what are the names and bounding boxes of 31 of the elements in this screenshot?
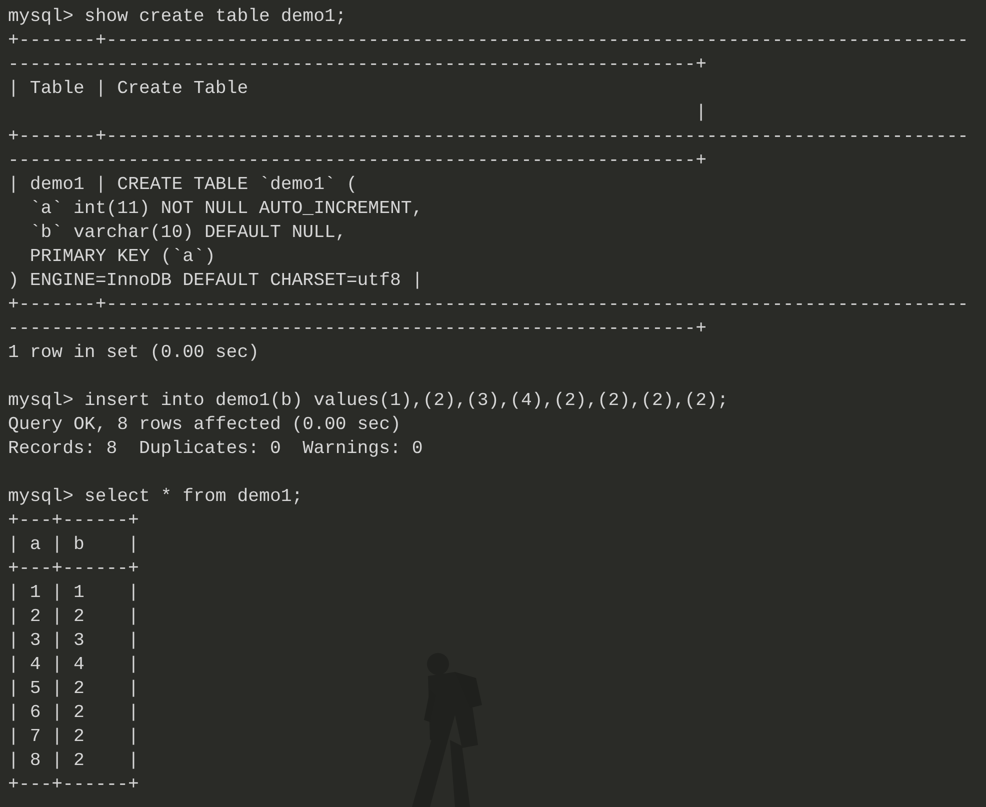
terminal-line: | demo1 | CREATE TABLE `demo1` ( — [8, 174, 358, 197]
terminal-line: | 2 | 2 | — [8, 606, 139, 629]
terminal-line: +-------+------------------------------------------------------------------------------- — [8, 30, 968, 53]
terminal-line: | 7 | 2 | — [8, 726, 139, 749]
terminal-line: +-------+------------------------------------------------------------------------------- — [8, 294, 968, 317]
terminal-line: | — [694, 102, 707, 125]
terminal-line: +---+------+ — [8, 510, 139, 533]
terminal-line: `b` varchar(10) DEFAULT NULL, — [28, 222, 346, 245]
terminal-line: | Table | Create Table — [8, 78, 248, 101]
terminal-line: mysql> show create table demo1; — [8, 6, 346, 29]
terminal-line: mysql> select * from demo1; — [8, 486, 303, 509]
terminal-line: | 1 | 1 | — [8, 582, 139, 605]
terminal-line: `a` int(11) NOT NULL AUTO_INCREMENT, — [28, 198, 423, 221]
terminal-line: ---------------------------------------------------------------+ — [8, 318, 707, 341]
terminal-line: ---------------------------------------------------------------+ — [8, 150, 707, 173]
terminal-line: Records: 8 Duplicates: 0 Warnings: 0 — [8, 438, 423, 461]
terminal-line: | 4 | 4 | — [8, 654, 139, 677]
terminal-line: | 8 | 2 | — [8, 750, 139, 773]
terminal-line: ---------------------------------------------------------------+ — [8, 54, 707, 77]
terminal-line: ) ENGINE=InnoDB DEFAULT CHARSET=utf8 | — [8, 270, 423, 293]
terminal-line: | 3 | 3 | — [8, 630, 139, 653]
terminal-line: +---+------+ — [8, 774, 139, 797]
terminal-line: +-------+------------------------------------------------------------------------------- — [8, 126, 968, 149]
terminal-line: | 6 | 2 | — [8, 702, 139, 725]
terminal-line: Query OK, 8 rows affected (0.00 sec) — [8, 414, 401, 437]
terminal-line: 1 row in set (0.00 sec) — [8, 342, 260, 365]
terminal-line: PRIMARY KEY (`a`) — [28, 246, 216, 269]
terminal-line: | 5 | 2 | — [8, 678, 139, 701]
terminal-line: mysql> insert into demo1(b) values(1),(2),(3),(4),(2),(2),(2),(2); — [8, 390, 728, 413]
terminal-line: +---+------+ — [8, 558, 139, 581]
terminal-line: | a | b | — [8, 534, 139, 557]
